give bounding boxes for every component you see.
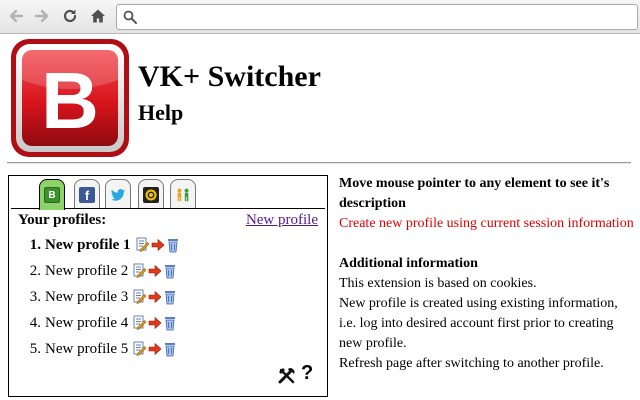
tab-people[interactable] <box>170 179 196 209</box>
edit-icon[interactable] <box>133 315 147 331</box>
profile-item[interactable]: 4. New profile 4 <box>21 310 241 336</box>
header-divider <box>7 162 631 164</box>
trash-icon[interactable] <box>163 341 177 357</box>
info-line: Refresh page after switching to another … <box>339 356 604 371</box>
edit-icon[interactable] <box>133 289 147 305</box>
forward-button[interactable] <box>32 6 52 26</box>
edit-icon[interactable] <box>133 263 147 279</box>
trash-icon[interactable] <box>163 315 177 331</box>
new-profile-link[interactable]: New profile <box>246 212 318 229</box>
info-line: New profile is created using existing in… <box>339 296 618 351</box>
trash-icon[interactable] <box>166 237 180 253</box>
facebook-icon: f <box>79 186 95 203</box>
profile-name[interactable]: New profile 2 <box>45 263 128 280</box>
help-button[interactable]: ? <box>301 362 313 385</box>
profile-list: 1. New profile 1 2. New profile 2 3. New… <box>21 232 241 362</box>
profile-item[interactable]: 1. New profile 1 <box>21 232 241 258</box>
profiles-label: Your profiles: <box>18 212 107 228</box>
help-info: Move mouse pointer to any element to see… <box>339 174 635 374</box>
home-icon <box>91 9 105 23</box>
address-bar[interactable] <box>116 4 638 30</box>
edit-icon[interactable] <box>136 237 150 253</box>
trash-icon[interactable] <box>163 289 177 305</box>
forward-arrow-icon <box>34 9 49 23</box>
vkplus-icon: B <box>44 187 60 203</box>
popup-preview-panel: B f Your profiles: New profile 1. New pr… <box>8 175 328 397</box>
trash-icon[interactable] <box>163 263 177 279</box>
info-line: This extension is based on cookies. <box>339 276 537 291</box>
home-button[interactable] <box>88 6 108 26</box>
twitter-icon <box>110 187 126 203</box>
settings-tools-icon[interactable] <box>277 366 297 386</box>
additional-info-heading: Additional information <box>339 256 478 271</box>
switch-arrow-icon[interactable] <box>148 263 162 279</box>
vkplus-logo: B <box>11 39 129 157</box>
reload-icon <box>63 9 77 23</box>
hover-hint: Move mouse pointer to any element to see… <box>339 176 610 211</box>
profile-name[interactable]: New profile 5 <box>45 341 128 358</box>
logo-letter: B <box>41 56 99 145</box>
element-description: Create new profile using current session… <box>339 216 634 231</box>
tab-twitter[interactable] <box>105 179 131 209</box>
app-title: VK+ Switcher <box>138 60 321 93</box>
circle-badge-icon <box>143 186 159 203</box>
switch-arrow-icon[interactable] <box>148 341 162 357</box>
reload-button[interactable] <box>60 6 80 26</box>
edit-icon[interactable] <box>133 341 147 357</box>
tab-odnoklassniki[interactable] <box>138 179 164 209</box>
profile-item[interactable]: 3. New profile 3 <box>21 284 241 310</box>
page-subtitle: Help <box>138 100 184 125</box>
tab-facebook[interactable]: f <box>74 179 100 209</box>
profile-name[interactable]: New profile 1 <box>45 237 131 254</box>
profile-item[interactable]: 5. New profile 5 <box>21 336 241 362</box>
back-arrow-icon <box>9 9 24 23</box>
switch-arrow-icon[interactable] <box>148 289 162 305</box>
browser-toolbar <box>0 0 640 34</box>
switch-arrow-icon[interactable] <box>148 315 162 331</box>
address-input[interactable] <box>141 7 631 27</box>
tab-vkplus[interactable]: B <box>39 179 65 210</box>
profile-name[interactable]: New profile 4 <box>45 315 128 332</box>
back-button[interactable] <box>6 6 26 26</box>
profile-name[interactable]: New profile 3 <box>45 289 128 306</box>
people-icon <box>175 187 191 203</box>
switch-arrow-icon[interactable] <box>151 237 165 253</box>
search-icon <box>123 10 137 24</box>
profile-item[interactable]: 2. New profile 2 <box>21 258 241 284</box>
